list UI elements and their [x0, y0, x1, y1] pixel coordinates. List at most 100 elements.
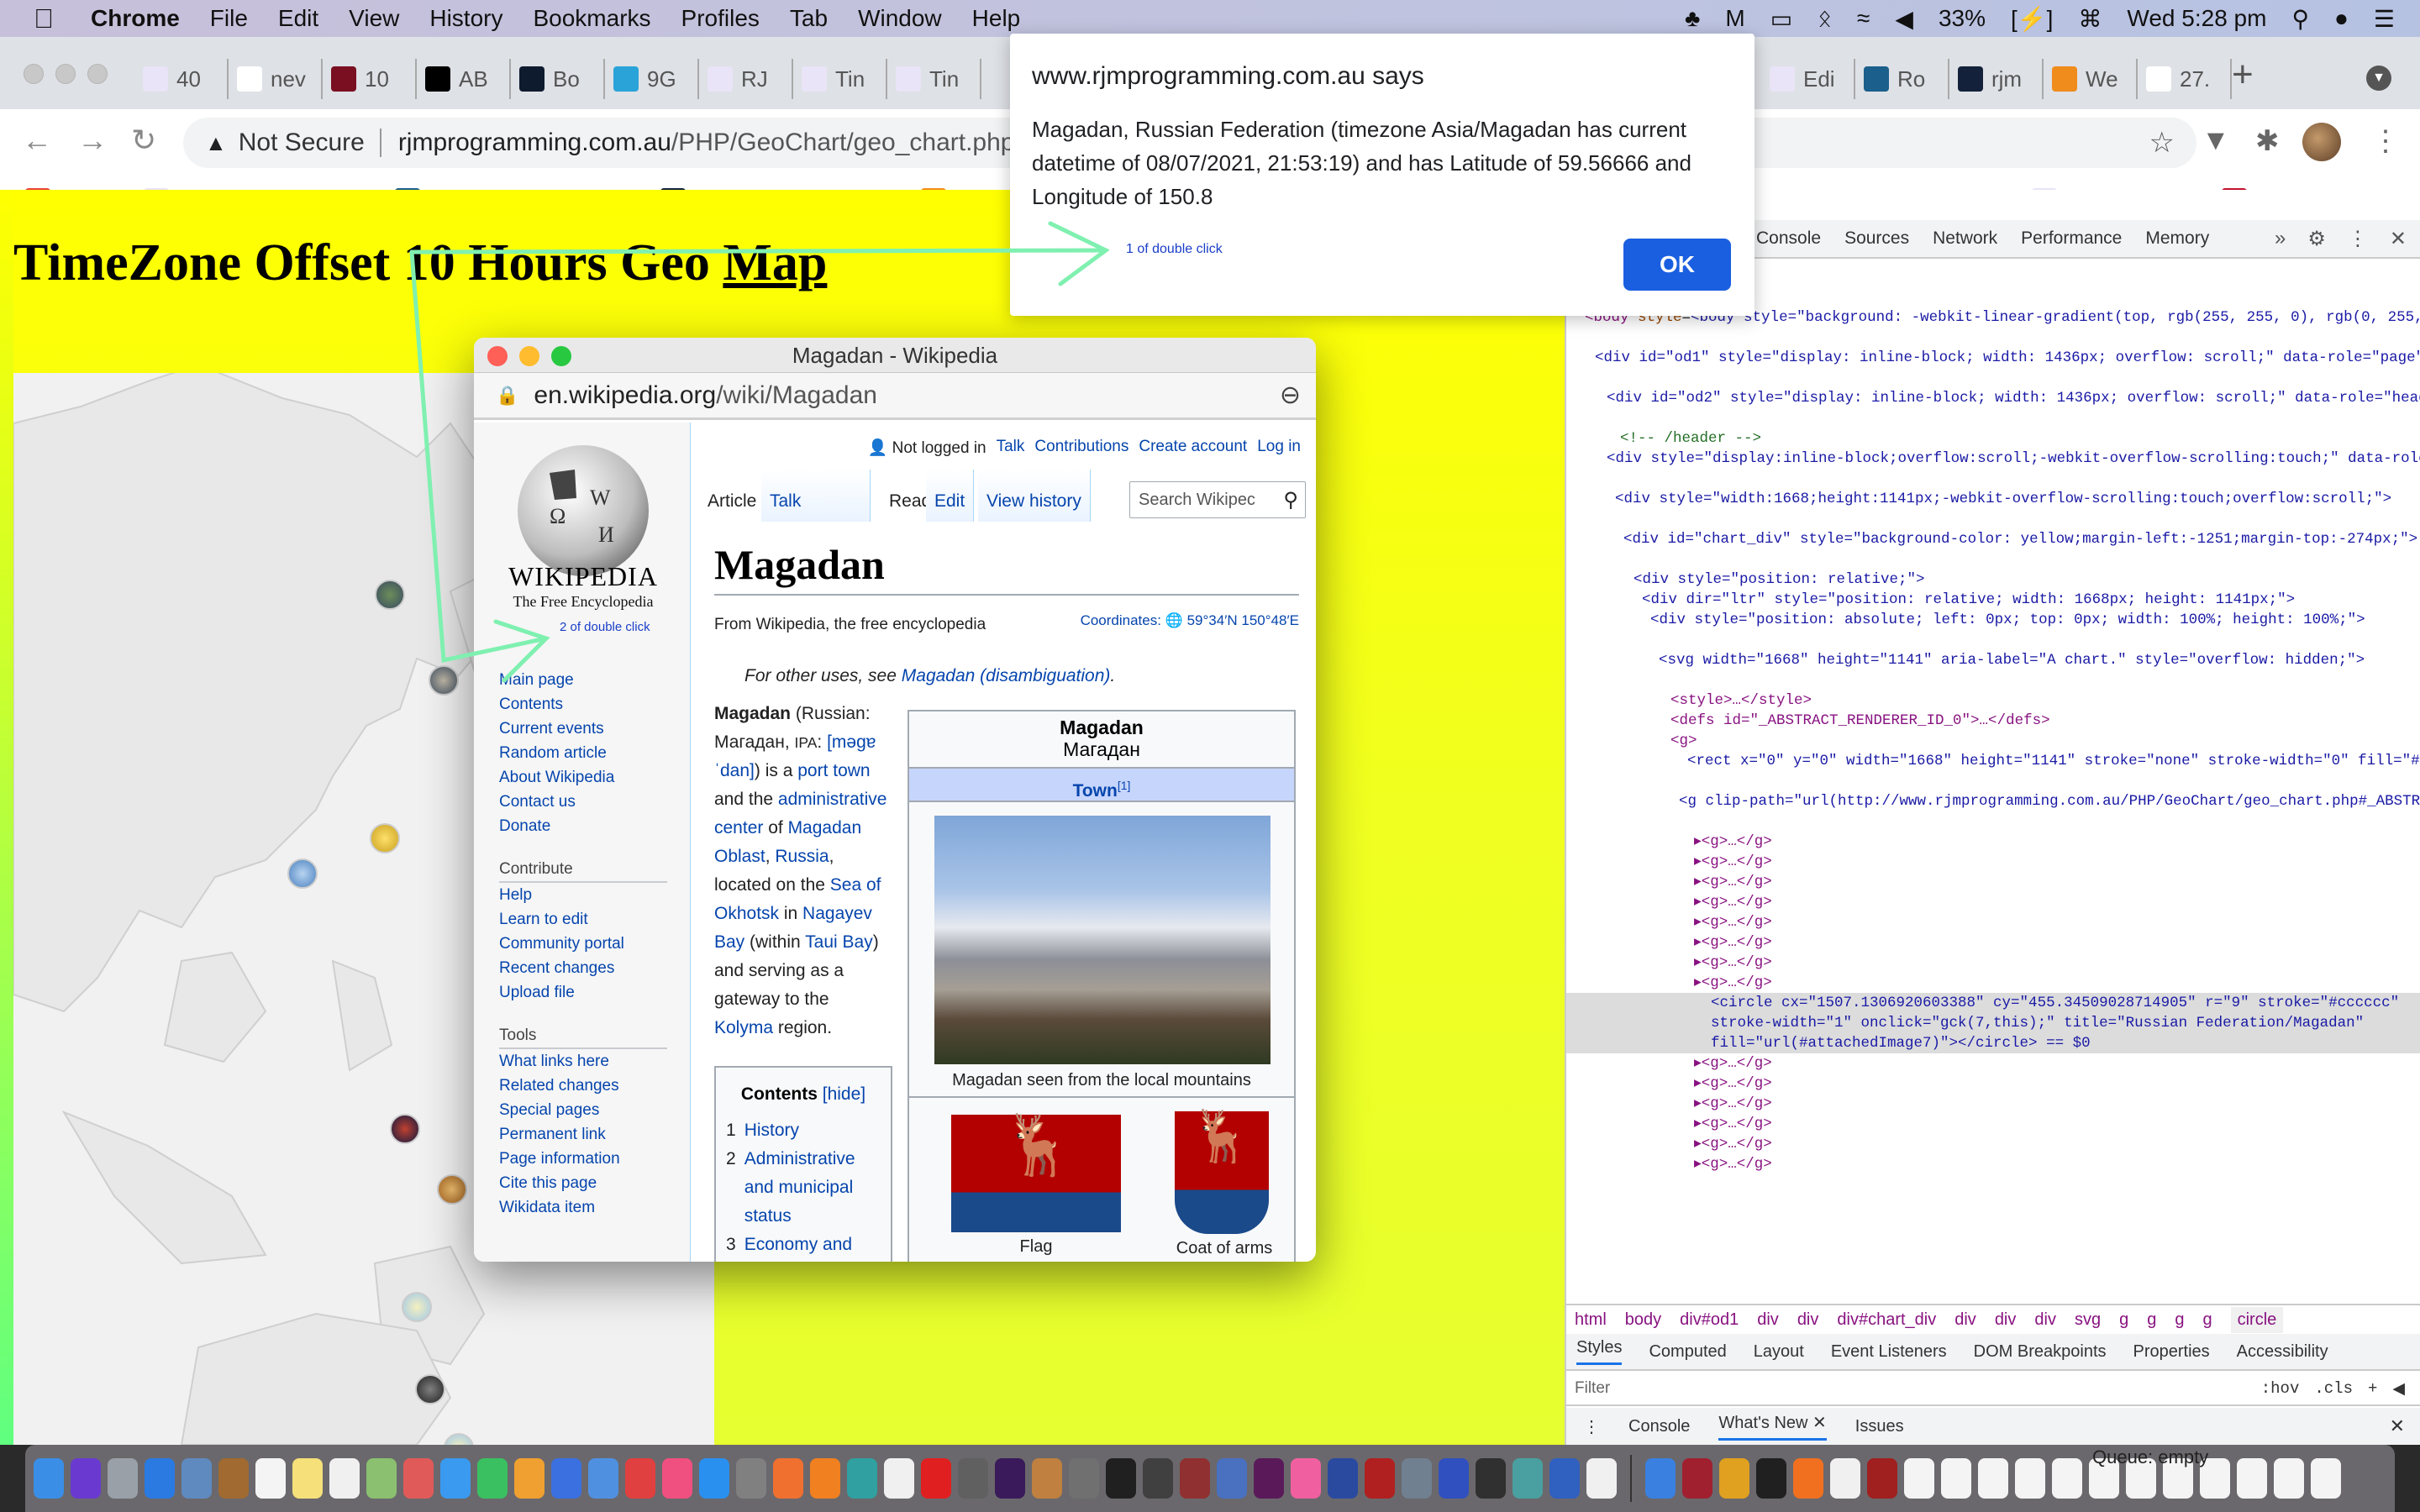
- dock-app-icon[interactable]: [1254, 1458, 1284, 1499]
- more-tabs-button[interactable]: »: [2275, 227, 2286, 250]
- sidebar-link[interactable]: Random article: [499, 741, 667, 765]
- log-in-link[interactable]: Log in: [1257, 438, 1301, 458]
- breadcrumb-item[interactable]: body: [1625, 1310, 1661, 1330]
- bluetooth-icon[interactable]: ᛟ: [1818, 5, 1832, 32]
- tab-view-history[interactable]: View history: [978, 470, 1091, 522]
- browser-tab[interactable]: 27.: [2138, 59, 2232, 99]
- dock-app-icon[interactable]: [1365, 1458, 1395, 1499]
- magadan-photo[interactable]: [934, 816, 1270, 1064]
- sidebar-link[interactable]: Page information: [499, 1147, 667, 1171]
- dom-node[interactable]: <defs id="_ABSTRACT_RENDERER_ID_0">…</de…: [1566, 711, 2420, 731]
- user-talk-link[interactable]: Talk: [997, 438, 1025, 458]
- sidebar-link[interactable]: About Wikipedia: [499, 765, 667, 790]
- browser-tab[interactable]: RJ: [699, 59, 793, 99]
- dock-app-icon[interactable]: [34, 1458, 64, 1499]
- sidebar-link[interactable]: Main page: [499, 668, 667, 692]
- close-window-button[interactable]: [24, 64, 44, 84]
- dock-app-icon[interactable]: [1180, 1458, 1210, 1499]
- dom-node[interactable]: <style>…</style>: [1566, 690, 2420, 711]
- sidebar-link[interactable]: Special pages: [499, 1098, 667, 1122]
- dock-app-icon[interactable]: [329, 1458, 360, 1499]
- hov-toggle[interactable]: :hov: [2261, 1379, 2300, 1399]
- dom-node[interactable]: <div id="od2" style="display: inline-blo…: [1566, 388, 2420, 408]
- apple-menu-icon[interactable]: : [34, 3, 67, 34]
- toc-hide-toggle[interactable]: [hide]: [823, 1084, 865, 1104]
- dock-app-icon[interactable]: [699, 1458, 729, 1499]
- dock-document-icon[interactable]: [1978, 1458, 2008, 1499]
- tab-network[interactable]: Network: [1933, 228, 1997, 249]
- sidebar-link[interactable]: Contents: [499, 692, 667, 717]
- tab-memory[interactable]: Memory: [2145, 228, 2209, 249]
- breadcrumb-item[interactable]: div#od1: [1680, 1310, 1739, 1330]
- dock-app-icon[interactable]: [847, 1458, 877, 1499]
- breadcrumb-item[interactable]: g: [2119, 1310, 2128, 1330]
- not-secure-label[interactable]: Not Secure: [239, 129, 365, 157]
- search-icon[interactable]: ⚲: [1283, 488, 1298, 512]
- dom-node[interactable]: <div id="chart_div" style="background-co…: [1566, 529, 2420, 549]
- menu-profiles[interactable]: Profiles: [681, 5, 760, 32]
- vue-devtools-icon[interactable]: ▼: [2202, 124, 2230, 157]
- map-marker[interactable]: [415, 1374, 445, 1404]
- breadcrumb-item[interactable]: div: [1995, 1310, 2017, 1330]
- dock-app-icon[interactable]: [1830, 1458, 1860, 1499]
- dock-app-icon[interactable]: [403, 1458, 434, 1499]
- tab-talk[interactable]: Talk: [761, 470, 871, 522]
- dock-app-icon[interactable]: [1217, 1458, 1247, 1499]
- browser-tab[interactable]: nev: [229, 59, 323, 99]
- dock-app-icon[interactable]: [1328, 1458, 1358, 1499]
- breadcrumb-item[interactable]: div: [1954, 1310, 1976, 1330]
- reload-icon[interactable]: ↻: [131, 123, 156, 158]
- dock-app-icon[interactable]: [1549, 1458, 1580, 1499]
- dom-node[interactable]: <g>: [1566, 731, 2420, 751]
- dom-node[interactable]: ▸<g>…</g>: [1566, 1134, 2420, 1154]
- breadcrumb-item[interactable]: g: [2147, 1310, 2156, 1330]
- dom-node[interactable]: <div dir="ltr" style="position: relative…: [1566, 590, 2420, 610]
- styles-tab[interactable]: DOM Breakpoints: [1974, 1342, 2107, 1362]
- dock-app-icon[interactable]: [1512, 1458, 1543, 1499]
- map-marker[interactable]: [287, 858, 318, 889]
- map-marker[interactable]: [402, 1292, 432, 1322]
- dock-app-icon[interactable]: [1645, 1458, 1676, 1499]
- close-drawer-icon[interactable]: ✕: [2390, 1415, 2405, 1437]
- drawer-tab-whats-new[interactable]: What's New ✕: [1718, 1412, 1827, 1441]
- dock-app-icon[interactable]: [958, 1458, 988, 1499]
- flag-image[interactable]: 🦌: [951, 1112, 1121, 1232]
- dock-app-icon[interactable]: [1143, 1458, 1173, 1499]
- bookmark-star-icon[interactable]: ☆: [2149, 126, 2175, 160]
- dom-node[interactable]: <div style="display:inline-block;overflo…: [1566, 449, 2420, 469]
- close-devtools-icon[interactable]: ✕: [2390, 227, 2407, 251]
- browser-tab[interactable]: Ro: [1855, 59, 1949, 99]
- dock-app-icon[interactable]: [1867, 1458, 1897, 1499]
- wifi-icon[interactable]: ≈: [1857, 5, 1870, 32]
- styles-tab[interactable]: Computed: [1649, 1342, 1726, 1362]
- dock-app-icon[interactable]: [921, 1458, 951, 1499]
- breadcrumb-item[interactable]: div#chart_div: [1837, 1310, 1936, 1330]
- dom-node[interactable]: ▸<g>…</g>: [1566, 1154, 2420, 1174]
- breadcrumb-item[interactable]: circle: [2230, 1306, 2284, 1333]
- profile-avatar[interactable]: [2302, 123, 2341, 161]
- dock-app-icon[interactable]: [255, 1458, 286, 1499]
- browser-tab[interactable]: We: [2044, 59, 2138, 99]
- dom-node[interactable]: ▸<g>…</g>: [1566, 872, 2420, 892]
- dock-app-icon[interactable]: [736, 1458, 766, 1499]
- extensions-puzzle-icon[interactable]: ✱: [2255, 124, 2280, 158]
- breadcrumb-item[interactable]: svg: [2075, 1310, 2101, 1330]
- dock-document-icon[interactable]: [2274, 1458, 2304, 1499]
- dom-node[interactable]: ▸<g>…</g>: [1566, 832, 2420, 852]
- popup-minimize-button[interactable]: [519, 346, 539, 366]
- sidebar-link[interactable]: Current events: [499, 717, 667, 741]
- dock-app-icon[interactable]: [218, 1458, 249, 1499]
- sidebar-link[interactable]: Learn to edit: [499, 907, 667, 932]
- map-marker[interactable]: [390, 1114, 420, 1144]
- styles-tab[interactable]: Accessibility: [2237, 1342, 2328, 1362]
- tab-performance[interactable]: Performance: [2021, 228, 2122, 249]
- dom-node[interactable]: ▸<g>…</g>: [1566, 973, 2420, 993]
- coat-of-arms-image[interactable]: 🦌: [1175, 1108, 1269, 1234]
- keyboard-icon[interactable]: ⌘: [2078, 5, 2102, 33]
- dom-node[interactable]: <div id="od1" style="display: inline-blo…: [1566, 348, 2420, 368]
- dom-node[interactable]: ▸<g>…</g>: [1566, 1053, 2420, 1074]
- map-link[interactable]: Map: [723, 234, 827, 291]
- map-marker-magadan[interactable]: [429, 665, 459, 696]
- zoom-window-button[interactable]: [87, 64, 108, 84]
- dock-app-icon[interactable]: [1586, 1458, 1617, 1499]
